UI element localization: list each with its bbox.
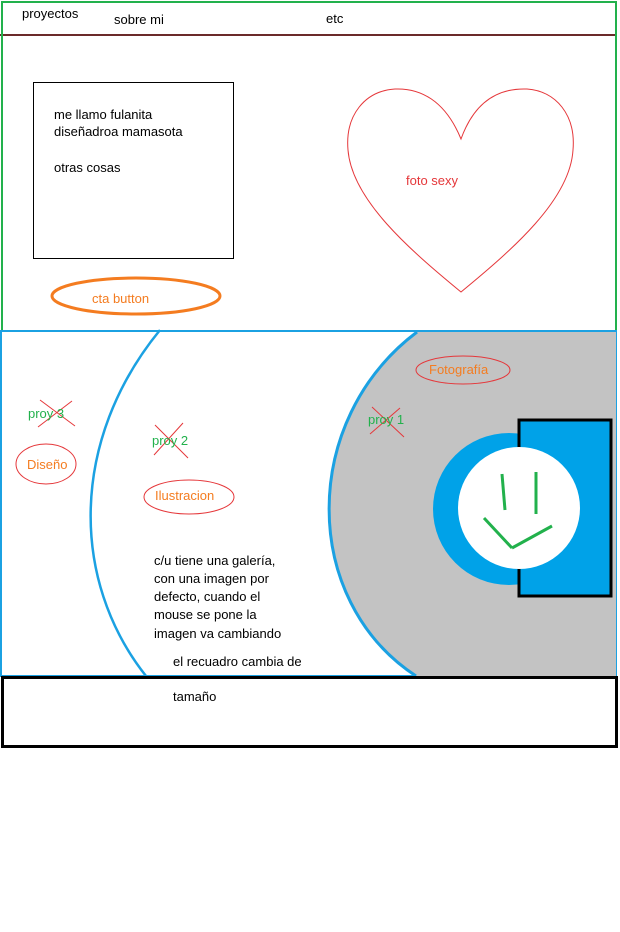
gallery-note-line: imagen va cambiando <box>154 626 282 641</box>
illustration-arc <box>89 329 161 677</box>
category-diseno[interactable]: Diseño <box>27 457 67 473</box>
project-item-3[interactable]: proy 3 <box>28 406 64 422</box>
resize-note-line: el recuadro cambia de <box>173 654 302 669</box>
project-item-2[interactable]: proy 2 <box>152 433 188 449</box>
category-fotografia[interactable]: Fotografía <box>429 362 488 378</box>
gallery-note-line: con una imagen por <box>154 571 269 586</box>
clock-icon <box>458 447 580 569</box>
gallery-note-line: defecto, cuando el <box>154 589 261 604</box>
projects-sketch <box>15 329 616 678</box>
footer-box <box>1 676 618 748</box>
category-ilustracion[interactable]: Ilustracion <box>155 488 214 504</box>
resize-note-line: tamaño <box>173 689 217 704</box>
gallery-note-line: mouse se pone la <box>154 607 257 622</box>
gallery-note-line: c/u tiene una galería, <box>154 553 276 568</box>
project-item-1[interactable]: proy 1 <box>368 412 404 428</box>
